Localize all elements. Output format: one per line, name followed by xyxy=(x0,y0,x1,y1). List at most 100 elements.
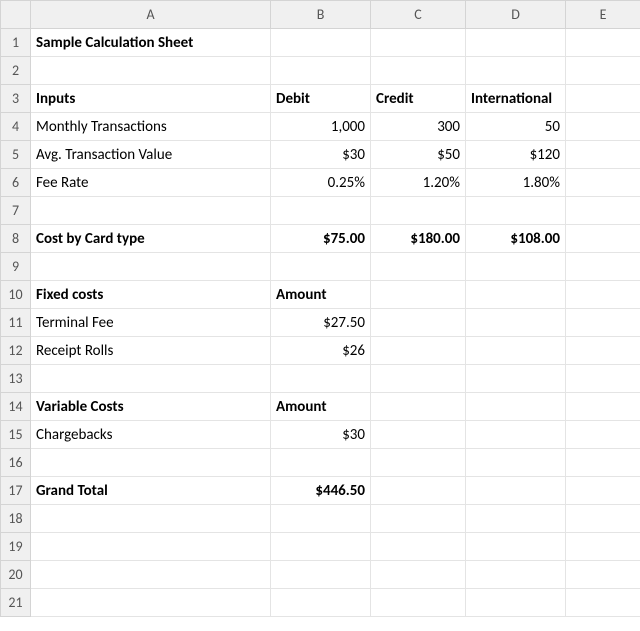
cell-A9[interactable] xyxy=(31,253,271,281)
cell-C1[interactable] xyxy=(371,29,466,57)
cell-C4[interactable]: 300 xyxy=(371,113,466,141)
cell-C11[interactable] xyxy=(371,309,466,337)
row-header-19[interactable]: 19 xyxy=(1,533,31,561)
col-header-A[interactable]: A xyxy=(31,1,271,29)
col-header-C[interactable]: C xyxy=(371,1,466,29)
cell-C18[interactable] xyxy=(371,505,466,533)
cell-D5[interactable]: $120 xyxy=(466,141,566,169)
row-header-7[interactable]: 7 xyxy=(1,197,31,225)
row-header-6[interactable]: 6 xyxy=(1,169,31,197)
cell-A10[interactable]: Fixed costs xyxy=(31,281,271,309)
cell-C12[interactable] xyxy=(371,337,466,365)
col-header-B[interactable]: B xyxy=(271,1,371,29)
row-header-8[interactable]: 8 xyxy=(1,225,31,253)
cell-E9[interactable] xyxy=(566,253,640,281)
row-header-5[interactable]: 5 xyxy=(1,141,31,169)
cell-B18[interactable] xyxy=(271,505,371,533)
cell-A8[interactable]: Cost by Card type xyxy=(31,225,271,253)
cell-E16[interactable] xyxy=(566,449,640,477)
cell-B5[interactable]: $30 xyxy=(271,141,371,169)
cell-B7[interactable] xyxy=(271,197,371,225)
cell-B8[interactable]: $75.00 xyxy=(271,225,371,253)
cell-D20[interactable] xyxy=(466,561,566,589)
cell-C13[interactable] xyxy=(371,365,466,393)
cell-D3[interactable]: International xyxy=(466,85,566,113)
cell-A16[interactable] xyxy=(31,449,271,477)
cell-B14[interactable]: Amount xyxy=(271,393,371,421)
cell-E18[interactable] xyxy=(566,505,640,533)
cell-E20[interactable] xyxy=(566,561,640,589)
cell-B4[interactable]: 1,000 xyxy=(271,113,371,141)
cell-E17[interactable] xyxy=(566,477,640,505)
cell-C8[interactable]: $180.00 xyxy=(371,225,466,253)
row-header-4[interactable]: 4 xyxy=(1,113,31,141)
row-header-2[interactable]: 2 xyxy=(1,57,31,85)
cell-E2[interactable] xyxy=(566,57,640,85)
cell-B20[interactable] xyxy=(271,561,371,589)
row-header-9[interactable]: 9 xyxy=(1,253,31,281)
cell-E3[interactable] xyxy=(566,85,640,113)
cell-B2[interactable] xyxy=(271,57,371,85)
cell-A12[interactable]: Receipt Rolls xyxy=(31,337,271,365)
cell-B6[interactable]: 0.25% xyxy=(271,169,371,197)
row-header-15[interactable]: 15 xyxy=(1,421,31,449)
cell-D14[interactable] xyxy=(466,393,566,421)
corner-header[interactable] xyxy=(1,1,31,29)
cell-D13[interactable] xyxy=(466,365,566,393)
cell-B3[interactable]: Debit xyxy=(271,85,371,113)
cell-E7[interactable] xyxy=(566,197,640,225)
cell-C7[interactable] xyxy=(371,197,466,225)
cell-E1[interactable] xyxy=(566,29,640,57)
row-header-12[interactable]: 12 xyxy=(1,337,31,365)
cell-D6[interactable]: 1.80% xyxy=(466,169,566,197)
cell-A4[interactable]: Monthly Transactions xyxy=(31,113,271,141)
cell-D18[interactable] xyxy=(466,505,566,533)
cell-C2[interactable] xyxy=(371,57,466,85)
cell-A2[interactable] xyxy=(31,57,271,85)
cell-E13[interactable] xyxy=(566,365,640,393)
cell-E4[interactable] xyxy=(566,113,640,141)
row-header-11[interactable]: 11 xyxy=(1,309,31,337)
cell-B16[interactable] xyxy=(271,449,371,477)
cell-E6[interactable] xyxy=(566,169,640,197)
cell-D21[interactable] xyxy=(466,589,566,617)
cell-C10[interactable] xyxy=(371,281,466,309)
cell-E5[interactable] xyxy=(566,141,640,169)
cell-C20[interactable] xyxy=(371,561,466,589)
cell-A3[interactable]: Inputs xyxy=(31,85,271,113)
cell-A11[interactable]: Terminal Fee xyxy=(31,309,271,337)
cell-A5[interactable]: Avg. Transaction Value xyxy=(31,141,271,169)
cell-D9[interactable] xyxy=(466,253,566,281)
row-header-21[interactable]: 21 xyxy=(1,589,31,617)
cell-D19[interactable] xyxy=(466,533,566,561)
cell-C9[interactable] xyxy=(371,253,466,281)
cell-A7[interactable] xyxy=(31,197,271,225)
cell-D8[interactable]: $108.00 xyxy=(466,225,566,253)
row-header-1[interactable]: 1 xyxy=(1,29,31,57)
cell-C15[interactable] xyxy=(371,421,466,449)
cell-E8[interactable] xyxy=(566,225,640,253)
cell-E10[interactable] xyxy=(566,281,640,309)
cell-B11[interactable]: $27.50 xyxy=(271,309,371,337)
cell-C19[interactable] xyxy=(371,533,466,561)
cell-D7[interactable] xyxy=(466,197,566,225)
cell-D16[interactable] xyxy=(466,449,566,477)
cell-D17[interactable] xyxy=(466,477,566,505)
cell-E12[interactable] xyxy=(566,337,640,365)
cell-B15[interactable]: $30 xyxy=(271,421,371,449)
row-header-20[interactable]: 20 xyxy=(1,561,31,589)
col-header-E[interactable]: E xyxy=(566,1,640,29)
row-header-13[interactable]: 13 xyxy=(1,365,31,393)
row-header-17[interactable]: 17 xyxy=(1,477,31,505)
cell-A18[interactable] xyxy=(31,505,271,533)
spreadsheet-grid[interactable]: A B C D E 1 Sample Calculation Sheet 2 3… xyxy=(0,0,640,617)
cell-E14[interactable] xyxy=(566,393,640,421)
row-header-18[interactable]: 18 xyxy=(1,505,31,533)
cell-B9[interactable] xyxy=(271,253,371,281)
cell-E21[interactable] xyxy=(566,589,640,617)
cell-A20[interactable] xyxy=(31,561,271,589)
cell-D1[interactable] xyxy=(466,29,566,57)
cell-D11[interactable] xyxy=(466,309,566,337)
cell-B21[interactable] xyxy=(271,589,371,617)
cell-B1[interactable] xyxy=(271,29,371,57)
